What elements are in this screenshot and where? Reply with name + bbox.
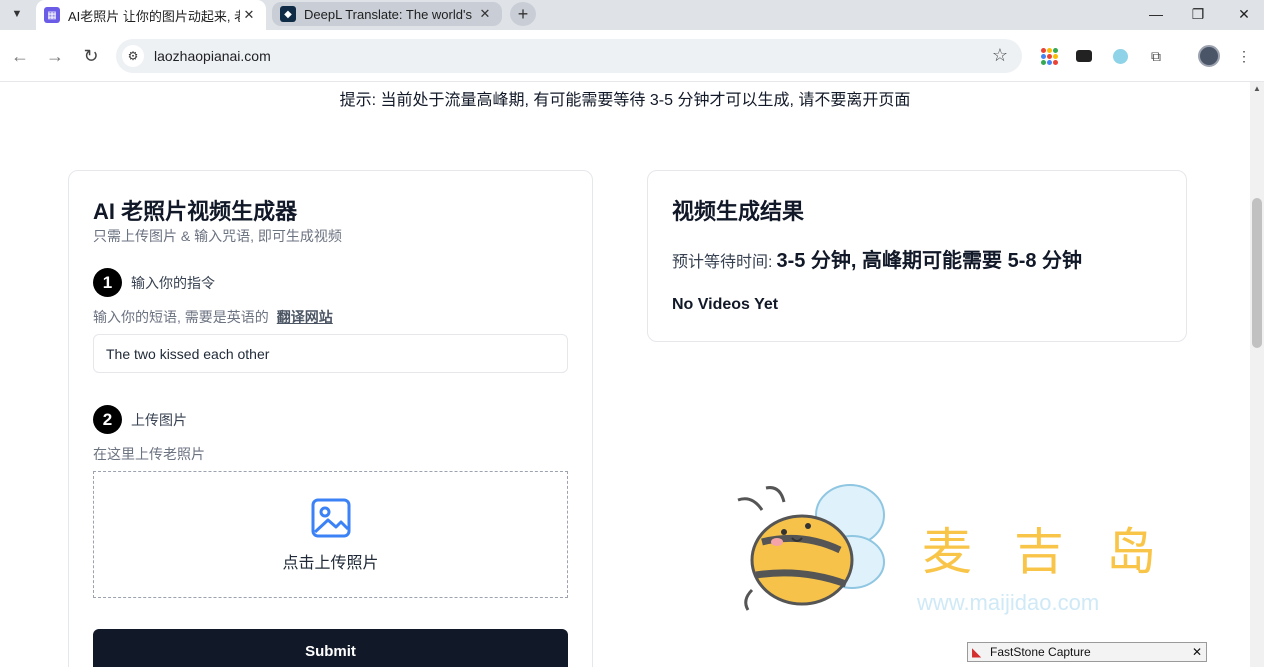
step-number: 1 (93, 268, 122, 297)
restore-button[interactable]: ❐ (1187, 4, 1209, 24)
tab-search-button[interactable]: ▼ (4, 3, 30, 25)
faststone-title: FastStone Capture (990, 645, 1091, 659)
generator-card: AI 老照片视频生成器 只需上传图片 & 输入咒语, 即可生成视频 1 输入你的… (68, 170, 593, 667)
avatar[interactable] (1198, 45, 1220, 67)
deepl-icon: ◆ (280, 6, 296, 22)
close-icon: ✕ (1238, 5, 1250, 22)
tab-strip: ▼ ▦ AI老照片 让你的图片动起来, 老 ✕ ◆ DeepL Translat… (0, 0, 1264, 30)
close-icon[interactable]: ✕ (476, 6, 494, 22)
url-text[interactable]: laozhaopianai.com (154, 48, 271, 64)
scroll-thumb[interactable] (1252, 198, 1262, 348)
close-icon[interactable]: ✕ (1188, 645, 1206, 659)
tab-title: AI老照片 让你的图片动起来, 老 (68, 8, 240, 24)
upload-dropzone[interactable]: 点击上传照片 (93, 471, 568, 598)
page-content: 提示: 当前处于流量高峰期, 有可能需要等待 3-5 分钟才可以生成, 请不要离… (0, 82, 1250, 667)
generator-title: AI 老照片视频生成器 (93, 199, 298, 224)
minimize-icon: — (1149, 6, 1163, 22)
menu-kebab-icon[interactable]: ⋮ (1234, 46, 1254, 66)
faststone-capture-bar[interactable]: ◣ FastStone Capture ✕ (967, 642, 1207, 662)
chevron-down-icon: ▼ (11, 8, 23, 20)
watermark: 麦吉岛 www.maijidao.com (722, 480, 1162, 625)
step-1: 1 输入你的指令 (93, 268, 215, 297)
prompt-hint-text: 输入你的短语, 需要是英语的 (93, 309, 269, 325)
step-number: 2 (93, 405, 122, 434)
bee-mascot-icon (737, 484, 885, 611)
step-2: 2 上传图片 (93, 405, 187, 434)
puzzle-icon[interactable]: ⧉ (1146, 46, 1166, 66)
address-bar[interactable]: ⚙ laozhaopianai.com ☆ (116, 39, 1022, 73)
minimize-button[interactable]: — (1145, 4, 1167, 24)
empty-state: No Videos Yet (672, 296, 779, 313)
faststone-icon: ◣ (972, 645, 982, 659)
page-scrollbar[interactable]: ▲ (1250, 82, 1264, 667)
result-card: 视频生成结果 预计等待时间: 3-5 分钟, 高峰期可能需要 5-8 分钟 No… (647, 170, 1187, 342)
step-label: 输入你的指令 (131, 274, 215, 291)
step-label: 上传图片 (131, 411, 187, 428)
tab-deepl[interactable]: ◆ DeepL Translate: The world's ✕ (272, 2, 502, 26)
plus-icon: + (517, 3, 529, 24)
upload-hint: 在这里上传老照片 (93, 446, 205, 462)
peak-notice: 提示: 当前处于流量高峰期, 有可能需要等待 3-5 分钟才可以生成, 请不要离… (339, 92, 911, 109)
close-icon[interactable]: ✕ (240, 7, 258, 23)
new-tab-button[interactable]: + (510, 2, 536, 26)
browser-toolbar: ← → ↻ ⚙ laozhaopianai.com ☆ ⧉ ⋮ (0, 30, 1264, 82)
prompt-input[interactable] (93, 334, 568, 373)
watermark-url: www.maijidao.com (917, 590, 1100, 615)
tab-laozhaopian[interactable]: ▦ AI老照片 让你的图片动起来, 老 ✕ (36, 0, 266, 30)
reload-icon: ↻ (83, 45, 99, 66)
site-info-icon[interactable]: ⚙ (122, 45, 144, 67)
forward-button[interactable]: → (43, 44, 67, 68)
upload-label: 点击上传照片 (282, 554, 379, 572)
arrow-left-icon: ← (11, 45, 29, 66)
restore-icon: ❐ (1191, 5, 1205, 22)
wait-value: 3-5 分钟, 高峰期可能需要 5-8 分钟 (776, 250, 1083, 272)
scroll-up-icon[interactable]: ▲ (1253, 84, 1261, 93)
wait-time: 预计等待时间: 3-5 分钟, 高峰期可能需要 5-8 分钟 (672, 244, 1082, 273)
reload-button[interactable]: ↻ (79, 44, 103, 68)
submit-button[interactable]: Submit (93, 629, 568, 667)
photo-app-icon: ▦ (44, 7, 60, 23)
tab-title: DeepL Translate: The world's (304, 6, 472, 22)
image-upload-icon (311, 498, 350, 537)
prompt-hint: 输入你的短语, 需要是英语的 翻译网站 (93, 307, 333, 327)
extension-icon[interactable] (1074, 46, 1094, 66)
result-title: 视频生成结果 (672, 199, 805, 224)
apps-icon[interactable] (1039, 46, 1059, 66)
translate-link[interactable]: 翻译网站 (277, 309, 333, 325)
bookmark-star-icon[interactable]: ☆ (992, 45, 1008, 66)
window-close-button[interactable]: ✕ (1233, 4, 1255, 24)
wait-prefix: 预计等待时间: (672, 254, 773, 271)
generator-subtitle: 只需上传图片 & 输入咒语, 即可生成视频 (93, 228, 342, 244)
back-button[interactable]: ← (8, 44, 32, 68)
extension-circle-icon[interactable] (1110, 46, 1130, 66)
watermark-title: 麦吉岛 (922, 523, 1198, 581)
arrow-right-icon: → (46, 45, 64, 66)
